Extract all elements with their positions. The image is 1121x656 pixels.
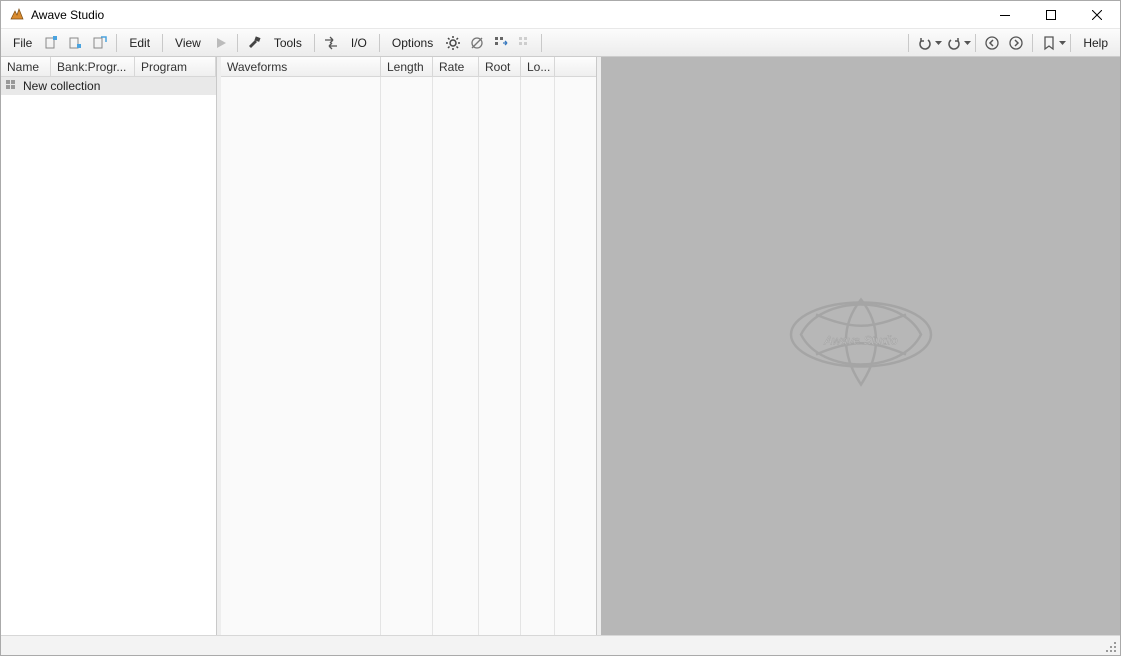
file-menu[interactable]: File	[5, 32, 40, 54]
undo-icon[interactable]	[913, 32, 937, 54]
grid-arrows-icon[interactable]	[489, 32, 513, 54]
file-tool-2-icon[interactable]	[64, 32, 88, 54]
window-title: Awave Studio	[31, 8, 104, 22]
watermark-text: Awave Studio	[823, 334, 897, 348]
waveform-list[interactable]	[221, 77, 596, 635]
left-column-headers: Name Bank:Progr... Program	[1, 57, 216, 77]
toolbar-separator	[908, 34, 909, 52]
edit-menu[interactable]: Edit	[121, 32, 158, 54]
column-length[interactable]: Length	[381, 57, 433, 76]
app-icon	[9, 7, 25, 23]
redo-dropdown[interactable]	[964, 32, 971, 54]
grid-disabled-icon[interactable]	[513, 32, 537, 54]
toolbar-separator	[975, 34, 976, 52]
toolbar-separator	[116, 34, 117, 52]
tools-menu[interactable]: Tools	[266, 32, 310, 54]
gear-icon[interactable]	[441, 32, 465, 54]
nav-back-icon[interactable]	[980, 32, 1004, 54]
client-area: Name Bank:Progr... Program New collectio…	[1, 57, 1120, 635]
mid-column-headers: Waveforms Length Rate Root Lo...	[221, 57, 596, 77]
middle-panel: Waveforms Length Rate Root Lo...	[221, 57, 597, 635]
toolbar-separator	[541, 34, 542, 52]
column-bank-program[interactable]: Bank:Progr...	[51, 57, 135, 76]
column-root[interactable]: Root	[479, 57, 521, 76]
redo-icon[interactable]	[942, 32, 966, 54]
toolbar-separator	[314, 34, 315, 52]
column-name[interactable]: Name	[1, 57, 51, 76]
column-rate[interactable]: Rate	[433, 57, 479, 76]
bookmark-icon[interactable]	[1037, 32, 1061, 54]
minimize-button[interactable]	[982, 1, 1028, 29]
nav-forward-icon[interactable]	[1004, 32, 1028, 54]
left-tree[interactable]: New collection	[1, 77, 216, 635]
toolbar-separator	[379, 34, 380, 52]
view-menu[interactable]: View	[167, 32, 209, 54]
file-tool-1-icon[interactable]	[40, 32, 64, 54]
help-menu[interactable]: Help	[1075, 32, 1116, 54]
preview-panel: Awave Studio	[601, 57, 1120, 635]
close-button[interactable]	[1074, 1, 1120, 29]
midi-off-icon[interactable]	[465, 32, 489, 54]
tree-item-label: New collection	[23, 79, 100, 93]
toolbar-separator	[1032, 34, 1033, 52]
maximize-button[interactable]	[1028, 1, 1074, 29]
toolbar-separator	[162, 34, 163, 52]
toolbar-separator	[1070, 34, 1071, 52]
hammer-icon[interactable]	[242, 32, 266, 54]
collection-icon	[5, 79, 19, 93]
column-loop[interactable]: Lo...	[521, 57, 555, 76]
io-arrows-icon[interactable]	[319, 32, 343, 54]
titlebar: Awave Studio	[1, 1, 1120, 29]
resize-grip-icon[interactable]	[1102, 638, 1118, 654]
options-menu[interactable]: Options	[384, 32, 441, 54]
io-menu[interactable]: I/O	[343, 32, 375, 54]
toolbar-separator	[237, 34, 238, 52]
tree-item-new-collection[interactable]: New collection	[1, 77, 216, 95]
file-tool-3-icon[interactable]	[88, 32, 112, 54]
bookmark-dropdown[interactable]	[1059, 32, 1066, 54]
column-tail[interactable]	[555, 57, 596, 76]
left-panel: Name Bank:Progr... Program New collectio…	[1, 57, 217, 635]
statusbar	[1, 635, 1120, 655]
app-window: Awave Studio File Edit View	[0, 0, 1121, 656]
column-waveforms[interactable]: Waveforms	[221, 57, 381, 76]
toolbar: File Edit View Tools	[1, 29, 1120, 57]
column-program[interactable]: Program	[135, 57, 216, 76]
play-icon[interactable]	[209, 32, 233, 54]
undo-dropdown[interactable]	[935, 32, 942, 54]
watermark: Awave Studio	[711, 275, 1011, 418]
